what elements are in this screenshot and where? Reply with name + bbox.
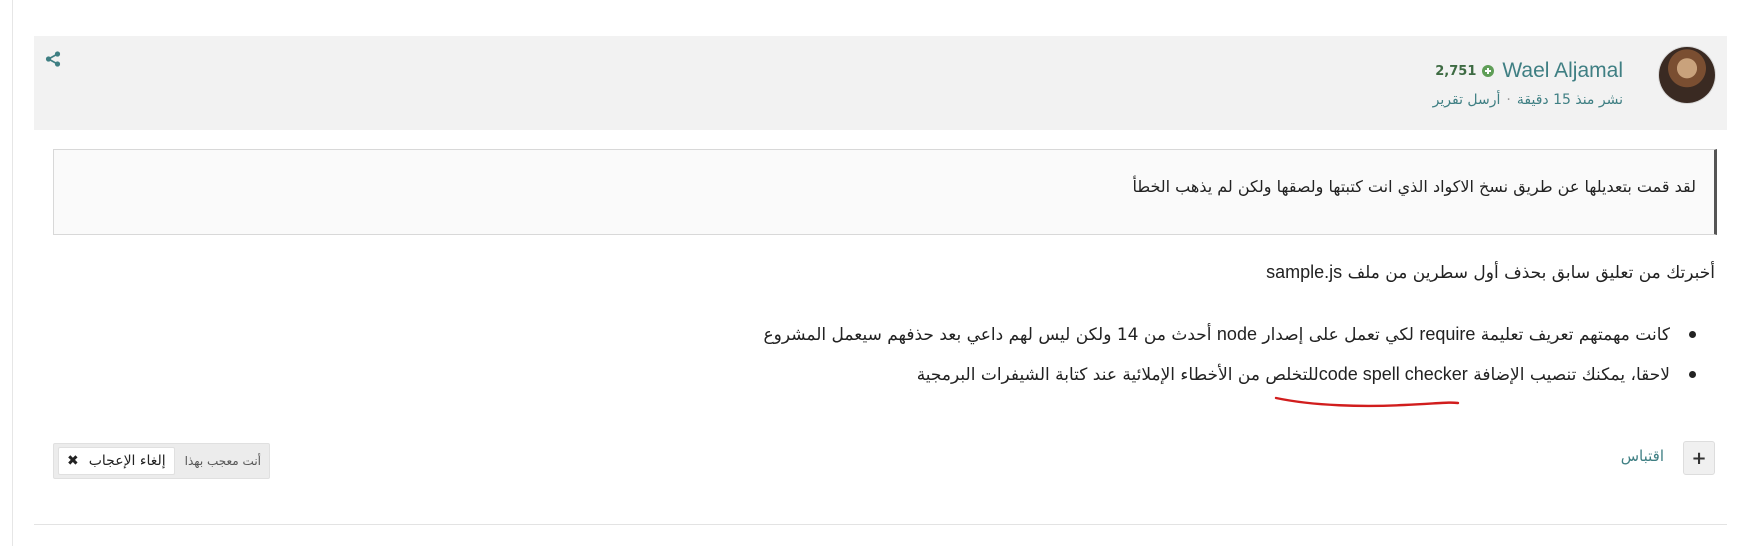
post-header: 2,751 Wael Aljamal نشر منذ 15 دقيقة · أر… [34,36,1727,130]
x-icon: ✖ [67,453,79,469]
list-item: لاحقا، يمكنك تنصيب الإضافة code spell ch… [764,360,1698,400]
divider [34,524,1727,525]
left-border [12,0,13,546]
body-intro-text: أخبرتك من تعليق سابق بحذف أول سطرين من م… [1347,263,1715,283]
quote-block: لقد قمت بتعديلها عن طريق نسخ الاكواد الذ… [53,149,1717,235]
plus-circle-icon [1482,65,1495,77]
list-item: كانت مهمتهم تعريف تعليمة require لكي تعم… [764,320,1698,360]
quote-button[interactable]: اقتباس [1621,447,1664,465]
liked-label: أنت معجب بهذا [184,454,261,468]
author-name[interactable]: Wael Aljamal [1502,59,1623,83]
meta-separator: · [1506,92,1511,108]
bullet-code: node [1216,324,1257,344]
author-line: 2,751 Wael Aljamal [1435,56,1623,86]
bullet-list: كانت مهمتهم تعريف تعليمة require لكي تعم… [764,320,1698,400]
share-icon[interactable] [44,50,62,68]
plus-button[interactable]: + [1683,441,1715,475]
body-intro-file: sample.js [1266,262,1343,282]
bullet-text: أحدث من 14 ولكن ليس لهم داعي بعد حذفهم س… [763,325,1212,345]
unlike-button[interactable]: إلغاء الإعجاب ✖ [58,447,175,475]
post-body-intro: أخبرتك من تعليق سابق بحذف أول سطرين من م… [1266,262,1715,283]
report-link[interactable]: أرسل تقرير [1433,92,1501,108]
like-status: إلغاء الإعجاب ✖ أنت معجب بهذا [53,443,270,479]
bullet-text: لكي تعمل على إصدار [1262,325,1414,345]
bullet-text: كانت مهمتهم تعريف تعليمة [1480,325,1670,345]
post-meta: نشر منذ 15 دقيقة · أرسل تقرير [1433,92,1623,108]
bullet-text: لاحقا، يمكنك تنصيب الإضافة [1473,365,1670,385]
avatar[interactable] [1659,47,1715,103]
bullet-code: require [1419,324,1476,344]
post-actions: + اقتباس إلغاء الإعجاب ✖ أنت معجب بهذا [34,440,1727,480]
bullet-code: code spell checker [1318,364,1468,384]
quote-text: لقد قمت بتعديلها عن طريق نسخ الاكواد الذ… [1132,177,1696,196]
page: 2,751 Wael Aljamal نشر منذ 15 دقيقة · أر… [0,0,1756,546]
posted-time: نشر منذ 15 دقيقة [1516,92,1623,108]
reputation-count: 2,751 [1435,63,1477,79]
unlike-label: إلغاء الإعجاب [88,453,166,469]
bullet-text: للتخلص من الأخطاء الإملائية عند كتابة ال… [916,365,1319,385]
red-underline-annotation [1274,396,1460,408]
